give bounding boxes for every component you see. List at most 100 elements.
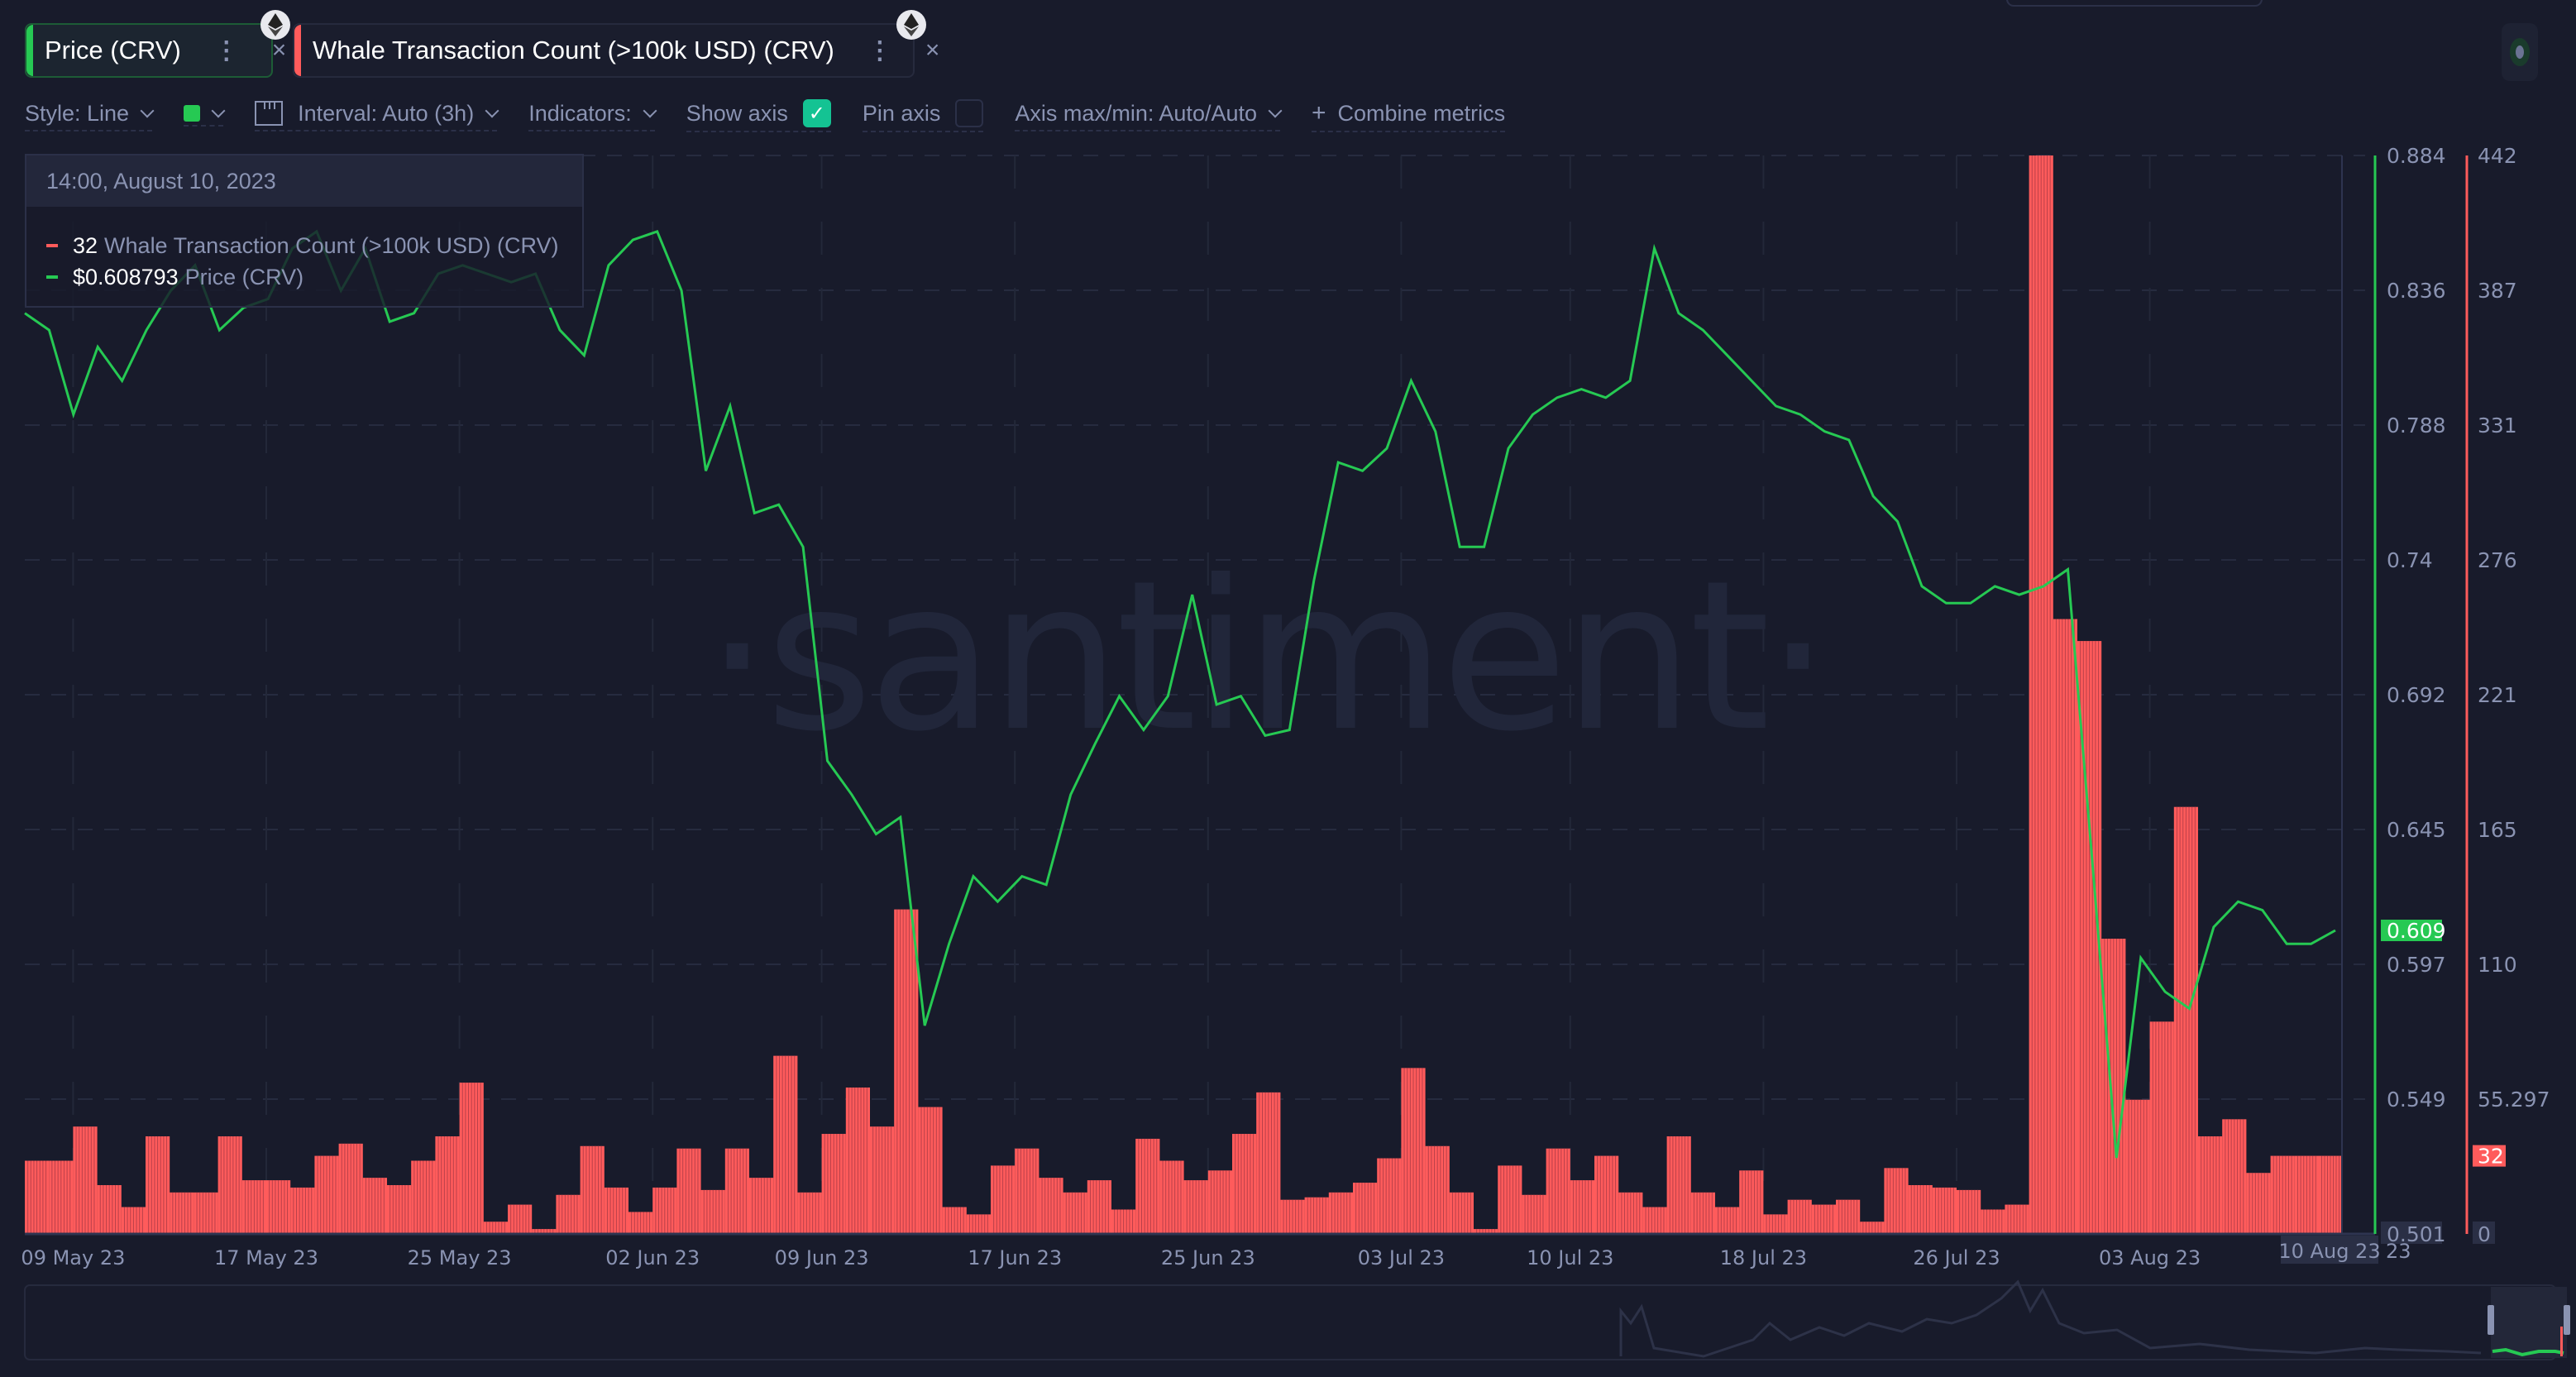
whale-bar: [724, 1148, 749, 1234]
whale-bar: [676, 1148, 701, 1234]
whale-axis-tick-label: 55.297: [2478, 1088, 2550, 1112]
whale-bar: [1957, 1189, 1981, 1234]
whale-bar: [2005, 1204, 2029, 1234]
whale-axis-tick-label: 276: [2478, 548, 2517, 572]
tooltip-value: $0.608793: [73, 264, 179, 289]
price-axis-tick-label: 0.788: [2387, 414, 2446, 437]
whale-bar: [387, 1184, 412, 1234]
x-tick-label: 25 May 23: [408, 1246, 512, 1269]
whale-bar: [1328, 1192, 1353, 1234]
whale-axis-tick-label: 387: [2478, 279, 2517, 303]
tooltip-value: 32: [73, 232, 98, 258]
range-navigator[interactable]: [24, 1279, 2570, 1360]
whale-bar: [266, 1180, 291, 1234]
price-axis-tick-label: 0.597: [2387, 953, 2446, 977]
whale-bar: [2294, 1155, 2319, 1234]
x-axis-ticks: 09 May 23 17 May 23 25 May 23 02 Jun 23 09 J…: [21, 1236, 2411, 1269]
whale-bar: [2101, 939, 2126, 1234]
whale-bar: [1256, 1092, 1281, 1234]
whale-bar: [1522, 1194, 1546, 1234]
whale-bar: [1401, 1068, 1426, 1234]
whale-bar: [1063, 1192, 1087, 1234]
whale-bar: [1594, 1155, 1619, 1234]
whale-bar: [146, 1136, 170, 1234]
whale-bar: [508, 1204, 533, 1234]
x-tick-label: 17 Jun 23: [968, 1246, 1062, 1269]
whale-bar: [290, 1187, 315, 1234]
whale-bar: [821, 1134, 846, 1234]
navigator-selection: [2491, 1287, 2567, 1358]
tooltip-series-name: Whale Transaction Count (>100k USD) (CRV…: [104, 232, 559, 258]
santiment-watermark: ·santiment·: [705, 536, 1826, 777]
whale-bar: [1690, 1192, 1715, 1234]
whale-bar: [1304, 1197, 1329, 1234]
whale-bar: [966, 1214, 991, 1234]
whale-bar: [2246, 1173, 2271, 1234]
whale-bar: [1618, 1192, 1643, 1234]
whale-bar: [2149, 1021, 2174, 1234]
x-tick-label: 17 May 23: [214, 1246, 318, 1269]
whale-axis-tick-label: 165: [2478, 818, 2517, 842]
navigator-right-handle: [2564, 1305, 2570, 1335]
whale-bar: [1546, 1148, 1570, 1234]
whale-bar: [556, 1194, 581, 1234]
whale-bar: [2029, 155, 2053, 1234]
whale-bar: [1642, 1207, 1667, 1234]
x-tick-label: 09 Jun 23: [775, 1246, 869, 1269]
navigator-left-handle: [2488, 1305, 2494, 1335]
whale-bar: [604, 1187, 628, 1234]
whale-bar: [918, 1107, 943, 1234]
whale-bar: [170, 1192, 194, 1234]
x-tick-label: 03 Jul 23: [1358, 1246, 1445, 1269]
whale-bar: [1570, 1180, 1594, 1234]
whale-bar: [2053, 619, 2077, 1234]
whale-bar: [1908, 1184, 1933, 1234]
whale-bar: [749, 1178, 774, 1234]
whale-bar: [1498, 1165, 1522, 1234]
whale-bar: [411, 1160, 436, 1234]
whale-bar: [628, 1212, 653, 1234]
price-axis-tick-label: 0.836: [2387, 279, 2446, 303]
whale-bar: [1884, 1168, 1909, 1234]
whale-bar: [459, 1083, 484, 1234]
whale-bar: [2198, 1136, 2223, 1234]
whale-bar: [241, 1180, 266, 1234]
whale-axis-tick-label: 442: [2478, 144, 2517, 168]
whale-bar: [1232, 1134, 1257, 1234]
whale-bar: [1811, 1204, 1836, 1234]
x-cursor-label: 10 Aug 23: [2278, 1240, 2380, 1263]
whale-bar: [942, 1207, 967, 1234]
whale-bar: [1449, 1192, 1474, 1234]
whale-bar: [49, 1160, 74, 1234]
whale-bar: [580, 1145, 605, 1234]
whale-axis-tick-label: 331: [2478, 414, 2517, 437]
whale-axis-tick-label: 221: [2478, 683, 2517, 707]
x-tick-label: 26 Jul 23: [1913, 1246, 2000, 1269]
price-last-value-label: 0.609: [2387, 919, 2446, 943]
whale-bar: [1111, 1209, 1136, 1234]
whale-bar: [25, 1160, 50, 1234]
whale-bar: [1207, 1170, 1232, 1234]
whale-bar: [1135, 1138, 1160, 1234]
x-tick-label: 03 Aug 23: [2099, 1246, 2201, 1269]
whale-bar: [217, 1136, 242, 1234]
whale-bar: [991, 1165, 1016, 1234]
x-tick-label: 09 May 23: [21, 1246, 125, 1269]
whale-bar: [97, 1184, 122, 1234]
navigator-frame: [24, 1284, 2556, 1360]
whale-bar: [1860, 1222, 1885, 1234]
navigator-whale-mini: [2560, 1327, 2563, 1356]
whale-bar: [1183, 1180, 1208, 1234]
whale-bar: [338, 1143, 363, 1234]
whale-bar: [797, 1192, 822, 1234]
whale-bar: [2270, 1155, 2295, 1234]
whale-bar: [845, 1087, 870, 1234]
tooltip-row-whale: 32 Whale Transaction Count (>100k USD) (…: [46, 230, 582, 261]
whale-bar: [483, 1222, 508, 1234]
whale-bar: [894, 909, 919, 1234]
whale-bar: [2319, 1155, 2342, 1234]
whale-bar: [1666, 1136, 1691, 1234]
x-tick-label: 02 Jun 23: [605, 1246, 700, 1269]
whale-bar: [314, 1155, 339, 1234]
whale-bar: [1981, 1209, 2005, 1234]
